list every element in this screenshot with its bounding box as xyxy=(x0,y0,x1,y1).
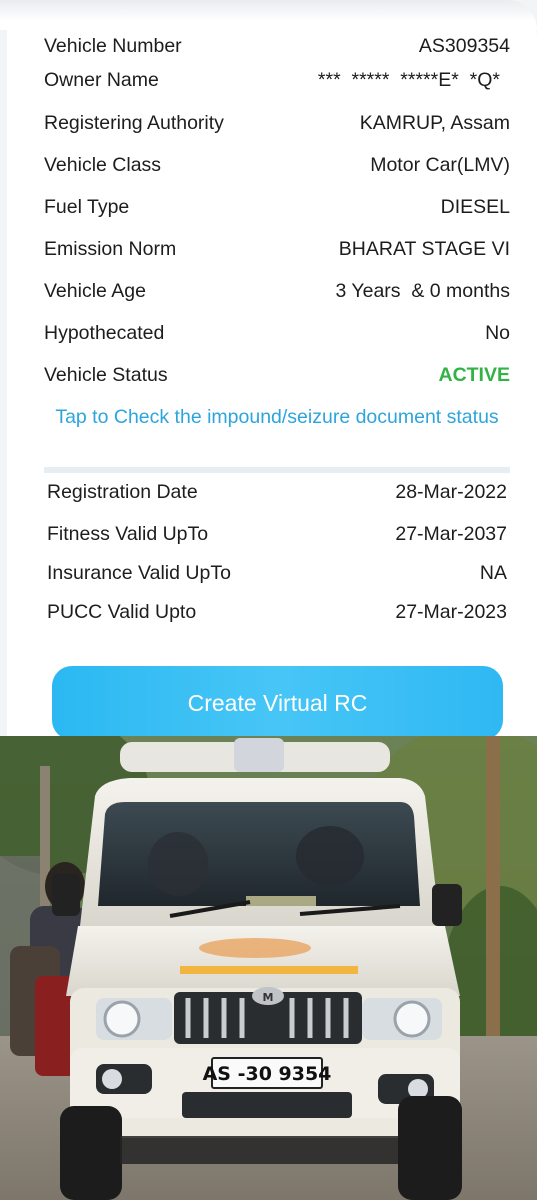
detail-row-owner-name: Owner Name *** ***** *****E* *Q* xyxy=(44,65,510,95)
detail-row-fuel-type: Fuel Type DIESEL xyxy=(44,192,510,222)
vehicle-photo: M AS -30 9354 xyxy=(0,736,537,1200)
detail-label: Vehicle Age xyxy=(44,280,146,302)
validity-row-registration-date: Registration Date 28-Mar-2022 xyxy=(47,477,507,507)
impound-status-link[interactable]: Tap to Check the impound/seizure documen… xyxy=(44,404,510,431)
create-virtual-rc-button[interactable]: Create Virtual RC xyxy=(52,666,503,740)
validity-value: NA xyxy=(479,562,507,584)
detail-row-emission-norm: Emission Norm BHARAT STAGE VI xyxy=(44,234,510,264)
status-badge: ACTIVE xyxy=(438,364,510,386)
validity-row-fitness: Fitness Valid UpTo 27-Mar-2037 xyxy=(47,519,507,549)
section-divider xyxy=(44,467,510,473)
detail-label: Vehicle Status xyxy=(44,364,168,386)
validity-label: PUCC Valid Upto xyxy=(47,601,197,623)
detail-value: 3 Years & 0 months xyxy=(335,280,510,302)
validity-row-insurance: Insurance Valid UpTo NA xyxy=(47,558,507,588)
detail-label: Fuel Type xyxy=(44,196,130,218)
detail-row-hypothecated: Hypothecated No xyxy=(44,318,510,348)
validity-row-pucc: PUCC Valid Upto 27-Mar-2023 xyxy=(47,597,507,627)
detail-value: DIESEL xyxy=(440,196,510,218)
detail-label: Vehicle Class xyxy=(44,154,162,176)
card-top-edge xyxy=(0,0,537,30)
validity-label: Insurance Valid UpTo xyxy=(47,562,231,584)
detail-value: Motor Car(LMV) xyxy=(370,154,510,176)
detail-value: KAMRUP, Assam xyxy=(359,112,510,134)
detail-value: No xyxy=(485,322,510,344)
detail-value: BHARAT STAGE VI xyxy=(338,238,510,260)
detail-value: AS309354 xyxy=(418,35,510,57)
detail-label: Registering Authority xyxy=(44,112,224,134)
validity-value: 28-Mar-2022 xyxy=(395,481,507,503)
grille-logo: M xyxy=(263,991,274,1004)
validity-value: 27-Mar-2037 xyxy=(395,523,507,545)
detail-label: Vehicle Number xyxy=(44,35,182,57)
license-plate-text: AS -30 9354 xyxy=(203,1063,332,1085)
detail-row-vehicle-number: Vehicle Number AS309354 xyxy=(44,31,510,61)
detail-label: Hypothecated xyxy=(44,322,165,344)
detail-row-vehicle-class: Vehicle Class Motor Car(LMV) xyxy=(44,150,510,180)
detail-label: Emission Norm xyxy=(44,238,177,260)
vehicle-photo-illustration: M AS -30 9354 xyxy=(0,736,537,1200)
detail-row-vehicle-status: Vehicle Status ACTIVE xyxy=(44,360,510,390)
detail-row-vehicle-age: Vehicle Age 3 Years & 0 months xyxy=(44,276,510,306)
detail-row-registering-authority: Registering Authority KAMRUP, Assam xyxy=(44,108,510,138)
validity-label: Registration Date xyxy=(47,481,198,503)
detail-value: *** ***** *****E* *Q* xyxy=(317,69,500,91)
validity-label: Fitness Valid UpTo xyxy=(47,523,209,545)
validity-value: 27-Mar-2023 xyxy=(395,601,507,623)
detail-label: Owner Name xyxy=(44,69,159,91)
